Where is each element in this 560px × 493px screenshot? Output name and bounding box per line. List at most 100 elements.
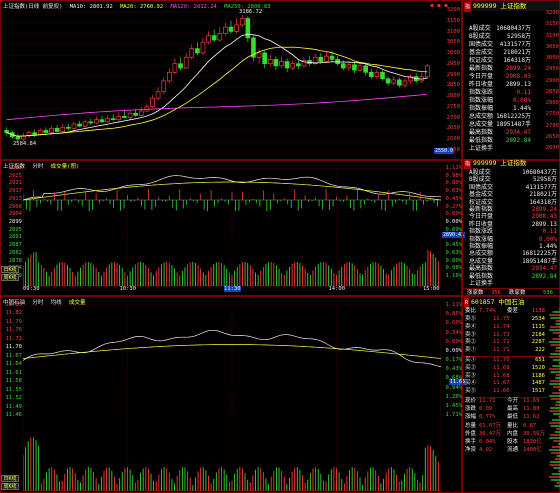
- axis-tick-label: 1.11%: [445, 165, 462, 171]
- orderbook-label: 卖④: [465, 323, 477, 330]
- info-row: 总成交额 16812225万: [463, 250, 559, 257]
- kline-chart: [1, 11, 433, 153]
- intraday-weekly-button[interactable]: 周K线: [1, 274, 19, 281]
- info-row: 上证换手: [463, 280, 559, 287]
- axis-tick-label: 11.49: [5, 403, 22, 410]
- orderbook-price: 11.71: [493, 347, 510, 354]
- axis-tick-label: 0.98%: [445, 265, 462, 272]
- candle-body: [54, 127, 60, 132]
- axis-tick-label: 0.60%: [445, 320, 462, 327]
- axis-tick-label: 3100: [545, 32, 559, 39]
- ma20-line: [6, 46, 428, 137]
- axis-tick-label: 2800: [545, 100, 559, 106]
- info-row: 最新指数 2899.24: [463, 65, 533, 73]
- info-row: 最低指数 2892.84: [463, 273, 559, 280]
- axis-tick-label: 0.63%: [445, 249, 462, 256]
- stock-daily-button[interactable]: 日K线: [1, 475, 19, 482]
- stat-v2: 30.56万: [523, 430, 546, 437]
- index-info-panel: 指 999999 上证指数 A股成交 10680437万 B股成交 52958万 国债成交…: [462, 0, 560, 160]
- candle-body: [155, 91, 161, 99]
- candle-body: [273, 59, 279, 67]
- stock-panel[interactable]: 中国石油 分时 均线 成交量 11.85 11.82 11.79 11.76 11.73…: [0, 296, 467, 493]
- orderbook-quantity: 1517: [531, 388, 545, 395]
- candle-body: [161, 80, 167, 93]
- intraday-daily-button[interactable]: 日K线: [1, 266, 19, 273]
- candle-body: [110, 118, 116, 121]
- info-row: 权证成交 164318万: [463, 57, 533, 65]
- axis-tick-label: 0.45%: [445, 195, 462, 202]
- orderbook-price: 11.70: [493, 357, 510, 363]
- candle-body: [166, 71, 172, 82]
- axis-tick-label: 3200: [545, 10, 559, 16]
- stat-k2: 流通: [507, 447, 519, 454]
- intraday-chart: [23, 168, 441, 287]
- axis-tick-label: 2921: [8, 180, 22, 187]
- info-key: 权证成交: [469, 57, 494, 64]
- axis-tick-label: 11.70: [5, 344, 22, 351]
- orderbook-row: 卖① 11.71 222: [463, 347, 547, 355]
- info-key: 总成交额: [469, 250, 494, 258]
- stat-v1: 30.47万: [479, 430, 502, 437]
- info-key: 指数振幅: [469, 105, 494, 112]
- orderbook-quantity: 1186: [531, 372, 545, 379]
- kline-legend: 上证指数(日线 前复权) MA10: 2801.92 MA20: 2760.92…: [3, 2, 275, 10]
- candle-body: [206, 35, 211, 43]
- stock-weekly-button[interactable]: 周K线: [1, 483, 19, 490]
- orderbook-sell: 卖⑤ 11.75 2534 卖④ 11.74 1115 卖③ 11.73 2184 卖② 11.72…: [463, 316, 547, 356]
- stat-k1: 外盘: [465, 430, 477, 437]
- orderbook-quantity: 1487: [531, 380, 545, 387]
- candle-body: [279, 61, 284, 67]
- axis-tick-label: 2900: [446, 71, 460, 78]
- orderbook-price: 11.66: [493, 388, 510, 395]
- orderbook-stats: 现价 11.71 今开 11.65 涨跌 0.09 最高 11.80 涨幅 0.77% 最低 11.6…: [463, 397, 547, 458]
- info-value: 10680437万: [496, 25, 531, 32]
- axis-tick-label: 3200: [446, 7, 460, 13]
- stat-row: 现价 11.71 今开 11.65: [463, 398, 547, 406]
- candle-body: [15, 136, 21, 140]
- info-key: 指数涨跌: [469, 89, 494, 96]
- index2-header: 指 999999 上证指数: [463, 158, 559, 169]
- info-key: 最新指数: [469, 65, 494, 72]
- intraday-right-axis: 1.11% 0.98% 0.80% 0.63% 0.45% 0.27% 0.09% 0.00%…: [441, 165, 463, 279]
- orderbook-row: 卖④ 11.74 1115: [463, 324, 547, 332]
- kline-panel[interactable]: 上证指数(日线 前复权) MA10: 2801.92 MA20: 2760.92…: [0, 0, 462, 160]
- orderbook-quantity: 651: [535, 357, 545, 363]
- candle-body: [172, 63, 178, 73]
- candle-body: [352, 64, 357, 71]
- axis-tick-label: 0.17%: [445, 357, 462, 363]
- candle-body: [138, 110, 144, 116]
- info-key: B股成交: [469, 176, 491, 184]
- kline-price-axis: 3200 3150 3100 3050 3000 2950 2900 2850 2800 2750…: [433, 7, 461, 153]
- time-label: 14:00: [328, 286, 346, 292]
- axis-tick-label: 0.94%: [445, 384, 462, 391]
- index2-code: 999999: [473, 159, 497, 167]
- candle-body: [4, 130, 9, 133]
- candle-body: [329, 55, 335, 60]
- info-value: 2934.47: [505, 129, 531, 136]
- axis-tick-label: 2925: [8, 172, 22, 179]
- axis-tick-label: 1.20%: [445, 393, 462, 400]
- candle-body: [223, 26, 228, 34]
- axis-tick-label: 2878: [8, 257, 22, 264]
- stat-row: 涨幅 0.77% 最低 11.62: [463, 414, 547, 422]
- orderbook-quantity: 222: [535, 347, 545, 354]
- kline-low-label: 2584.84: [13, 141, 37, 147]
- axis-tick-label: 0.27%: [445, 203, 462, 210]
- axis-tick-label: 0.00%: [445, 219, 462, 225]
- info-key: 权证成交: [469, 198, 494, 206]
- axis-tick-label: 0.09%: [445, 211, 462, 218]
- axis-tick-label: 2891: [8, 234, 22, 241]
- axis-tick-label: 3000: [545, 55, 559, 61]
- axis-tick-label: 2900: [545, 77, 559, 84]
- info-key: 国债成交: [469, 41, 494, 48]
- axis-tick-label: 2650: [545, 133, 559, 140]
- index2-tag-icon: 指: [464, 159, 472, 169]
- intraday-left-axis: 2930 2925 2921 2917 2913 2908 2904 2899 2895 2891…: [1, 165, 23, 279]
- stat-v1: 61.07万: [479, 422, 502, 429]
- intraday-panel[interactable]: 上证指数 分时 成交量(图) 2930 2925 2921 2917 2913 2908 2…: [0, 160, 466, 296]
- stat-k1: 现价: [465, 398, 477, 404]
- info-row: 最高指数 2934.47: [463, 265, 559, 272]
- info-value: 164318万: [529, 198, 557, 206]
- info-row: 总成交额 16812225万: [463, 113, 533, 121]
- axis-tick-label: 3100: [446, 28, 460, 35]
